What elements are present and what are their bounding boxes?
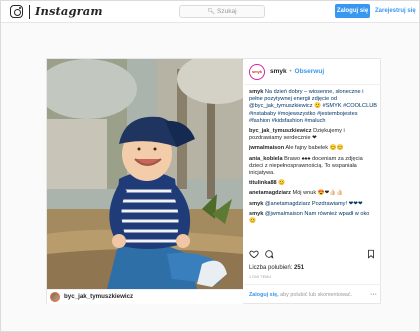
post-photo[interactable] [47, 59, 243, 289]
login-prompt: Zaloguj się, aby polubić lub skomentować… [244, 284, 381, 304]
follow-button[interactable]: Obserwuj [295, 68, 325, 75]
comment-item: jwmalmaison Ale fajny babelek 😊😊 [249, 145, 377, 152]
comment-item: smyk @anetamagdziarz Pozdrawiamy! ❤❤❤ [249, 201, 377, 208]
comment-username[interactable]: anetamagdziarz [249, 190, 291, 196]
comment-username[interactable]: smyk [249, 201, 263, 207]
footer-login-text: aby polubić lub skomentować. [278, 292, 353, 298]
post-actions [249, 249, 377, 261]
browser-frame: Instagram 🔍︎ Szukaj Zaloguj się Zarejestr… [0, 0, 420, 332]
comment-item: smyk @jwmalmaison Nam również wpadł w ok… [249, 211, 377, 225]
photo-credit-bar: byc_jak_tymuszkiewicz [47, 289, 243, 304]
comment-item: anetamagdziarz Mój wnuk 😍❤👍🏻👍🏻 [249, 190, 377, 197]
post-date: 1 DNI TEMU [249, 275, 272, 279]
post-header: smyk smyk • Obserwuj [244, 59, 381, 85]
comment-username[interactable]: ania_kobiela [249, 156, 283, 162]
post-side-panel: smyk smyk • Obserwuj smyk Na dzień dobry… [244, 59, 381, 304]
comment-text: 😊 [278, 180, 286, 187]
comment-item: ania_kobiela Brawo ♠♠♠ doceniam za zdjęc… [249, 156, 377, 178]
comment-item: titulinka88 😊 [249, 180, 377, 187]
comment-username[interactable]: smyk [249, 211, 263, 217]
comment-text: Ale fajny babelek 😊😊 [285, 145, 344, 152]
comment-item: byc_jak_tymuszkiewicz Dziękujemy i pozdr… [249, 128, 377, 142]
instagram-logo[interactable]: Instagram [35, 4, 103, 18]
credit-avatar[interactable] [50, 292, 60, 302]
heart-icon[interactable] [249, 249, 259, 259]
separator-dot: • [287, 68, 294, 75]
comment-text: @anetamagdziarz Pozdrawiamy! ❤❤❤ [264, 200, 363, 207]
comments-list: smyk Na dzień dobry – wiosenne, słoneczn… [249, 89, 377, 247]
comment-username[interactable]: titulinka88 [249, 180, 277, 186]
likes-label: Liczba polubień: [249, 265, 293, 271]
instagram-camera-icon[interactable] [10, 5, 23, 18]
comment-username[interactable]: jwmalmaison [249, 145, 284, 151]
caption: smyk Na dzień dobry – wiosenne, słoneczn… [249, 89, 377, 125]
search-input[interactable]: 🔍︎ Szukaj [179, 5, 265, 18]
footer-login-link[interactable]: Zaloguj się, [249, 292, 279, 298]
comment-username[interactable]: byc_jak_tymuszkiewicz [249, 128, 312, 134]
top-navigation-bar: Instagram 🔍︎ Szukaj Zaloguj się Zarejestr… [1, 1, 419, 23]
post-user-line: smyk • Obserwuj [270, 68, 324, 75]
ellipsis-icon[interactable]: ··· [370, 285, 377, 305]
bookmark-icon[interactable] [366, 249, 376, 259]
comment-text: @jwmalmaison Nam również wpadł w oko 😊 [249, 210, 370, 225]
speech-bubble-icon[interactable] [264, 249, 274, 259]
post-username[interactable]: smyk [270, 68, 287, 75]
logo-divider [29, 5, 30, 19]
photo-credit-username[interactable]: byc_jak_tymuszkiewicz [64, 293, 133, 300]
caption-text: Na dzień dobry – wiosenne, słoneczne i p… [249, 89, 377, 124]
post-card: byc_jak_tymuszkiewicz smyk smyk • Obserw… [46, 58, 381, 304]
signup-link[interactable]: Zarejestruj się [375, 4, 416, 18]
account-avatar[interactable]: smyk [249, 64, 265, 80]
login-button[interactable]: Zaloguj się [335, 4, 370, 18]
post-photo-illustration [47, 59, 243, 289]
caption-username[interactable]: smyk [249, 89, 263, 95]
likes-value: 251 [294, 265, 305, 271]
magnifier-icon: 🔍︎ [207, 9, 216, 15]
likes-count[interactable]: Liczba polubień: 251 [249, 265, 304, 271]
search-placeholder: Szukaj [217, 8, 237, 15]
comment-text: Mój wnuk 😍❤👍🏻👍🏻 [292, 190, 344, 197]
